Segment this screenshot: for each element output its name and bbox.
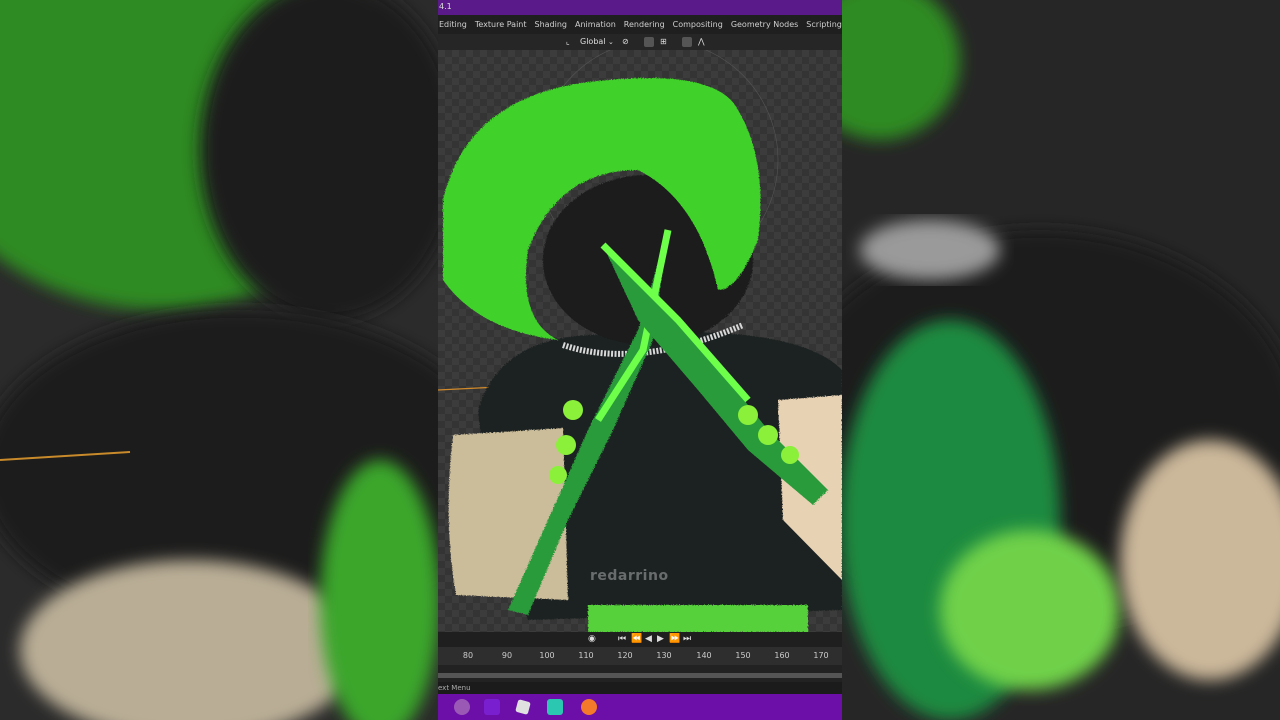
transform-orientation-icon: ⌞ — [566, 37, 570, 46]
play-icon[interactable]: ▶ — [657, 634, 664, 645]
watermark: redarrino — [590, 568, 669, 584]
previous-keyframe-icon[interactable]: ⏪ — [631, 634, 642, 645]
snap-icon[interactable] — [644, 37, 654, 47]
tab-rendering[interactable]: Rendering — [620, 15, 669, 34]
tab-compositing[interactable]: Compositing — [669, 15, 727, 34]
viewport-header: ⌞ Global ⌄ ⊘ ⊞ ⋀ — [438, 34, 842, 50]
chevron-down-icon: ⌄ — [608, 38, 614, 46]
falloff-icon[interactable]: ⋀ — [698, 36, 705, 48]
tab-texture-paint[interactable]: Texture Paint — [471, 15, 531, 34]
title-bar: 4.1 — [438, 0, 842, 15]
next-keyframe-icon[interactable]: ⏩ — [669, 634, 680, 645]
scrub-track[interactable] — [438, 673, 842, 678]
frame-tick: 100 — [539, 651, 555, 660]
blurred-background-left — [0, 0, 440, 720]
frame-tick: 110 — [578, 651, 594, 660]
character-render — [438, 50, 842, 632]
roblox-icon[interactable] — [515, 699, 531, 715]
timeline-track[interactable] — [438, 665, 842, 682]
jump-end-icon[interactable]: ⏭ — [683, 634, 691, 645]
reverse-play-icon[interactable]: ◀ — [645, 634, 652, 645]
frame-tick: 130 — [656, 651, 672, 660]
record-icon[interactable]: ◉ — [588, 634, 596, 645]
status-text: ext Menu — [438, 684, 471, 692]
os-taskbar — [438, 694, 842, 720]
app-icon-a[interactable] — [454, 699, 470, 715]
frame-tick: 150 — [735, 651, 751, 660]
proportional-editing-icon[interactable] — [682, 37, 692, 47]
status-bar: ext Menu — [438, 682, 842, 694]
pivot-icon[interactable]: ⊘ — [622, 36, 629, 48]
blurred-scene-right — [840, 0, 1280, 720]
app-icon-b[interactable] — [484, 699, 500, 715]
tab-editing[interactable]: Editing — [438, 15, 471, 34]
tab-shading[interactable]: Shading — [531, 15, 572, 34]
blurred-scene-left — [0, 0, 440, 720]
tab-scripting[interactable]: Scripting — [802, 15, 842, 34]
orientation-dropdown[interactable]: Global — [580, 36, 606, 48]
timeline-ruler[interactable]: 80 90 100 110 120 130 140 150 160 170 — [438, 647, 842, 665]
jump-start-icon[interactable]: ⏮ — [618, 634, 626, 645]
blurred-background-right — [840, 0, 1280, 720]
tab-animation[interactable]: Animation — [571, 15, 620, 34]
3d-viewport[interactable]: redarrino — [438, 50, 842, 632]
frame-tick: 80 — [462, 651, 474, 660]
workspace-tabs: Editing Texture Paint Shading Animation … — [438, 15, 842, 34]
tab-geometry-nodes[interactable]: Geometry Nodes — [727, 15, 802, 34]
blender-icon[interactable] — [581, 699, 597, 715]
frame-tick: 90 — [501, 651, 513, 660]
snap-target-icon[interactable]: ⊞ — [660, 36, 667, 48]
frame-tick: 140 — [696, 651, 712, 660]
version-label: 4.1 — [439, 2, 452, 11]
playback-controls: ◉ ⏮ ⏪ ◀ ▶ ⏩ ⏭ — [438, 632, 842, 647]
blender-window: 4.1 Editing Texture Paint Shading Animat… — [438, 0, 842, 720]
app-icon-d[interactable] — [547, 699, 563, 715]
frame-tick: 170 — [813, 651, 829, 660]
frame-tick: 160 — [774, 651, 790, 660]
video-frame: 4.1 Editing Texture Paint Shading Animat… — [0, 0, 1280, 720]
frame-tick: 120 — [617, 651, 633, 660]
